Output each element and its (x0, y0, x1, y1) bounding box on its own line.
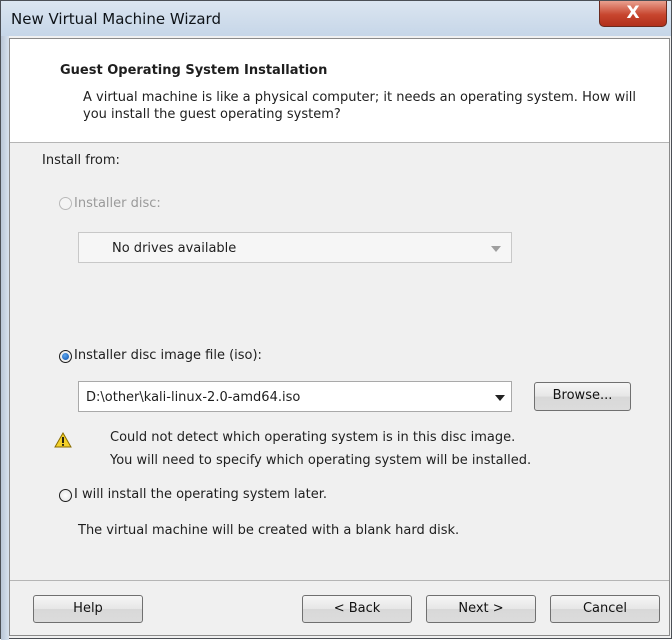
chevron-down-icon (495, 395, 505, 401)
close-icon: X (626, 3, 640, 23)
installer-disc-value: No drives available (112, 241, 237, 256)
close-button[interactable]: X (599, 1, 667, 27)
install-later-note: The virtual machine will be created with… (78, 523, 460, 538)
iso-path-combobox[interactable]: D:\other\kali-linux-2.0-amd64.iso (78, 381, 512, 412)
radio-selected-dot (62, 353, 69, 360)
warning-icon (54, 432, 72, 448)
window-left-border (1, 36, 9, 640)
cancel-button[interactable]: Cancel (550, 595, 660, 623)
wizard-body: Guest Operating System Installation A vi… (9, 38, 670, 636)
install-from-label: Install from: (42, 153, 120, 168)
wizard-window: New Virtual Machine Wizard X Guest Opera… (0, 0, 672, 640)
footer-divider (10, 580, 669, 581)
page-description: A virtual machine is like a physical com… (83, 90, 637, 122)
window-title: New Virtual Machine Wizard (11, 10, 221, 28)
install-later-label: I will install the operating system late… (74, 487, 328, 502)
wizard-header: Guest Operating System Installation A vi… (10, 39, 669, 143)
title-bar[interactable]: New Virtual Machine Wizard X (1, 1, 671, 36)
iso-file-label: Installer disc image file (iso): (74, 348, 262, 363)
installer-disc-label: Installer disc: (74, 196, 161, 211)
install-later-radio[interactable] (59, 489, 72, 502)
installer-disc-dropdown[interactable]: No drives available (78, 232, 512, 263)
warning-line-2: You will need to specify which operating… (110, 453, 532, 468)
iso-path-value: D:\other\kali-linux-2.0-amd64.iso (86, 390, 301, 405)
warning-line-1: Could not detect which operating system … (110, 430, 516, 445)
back-button[interactable]: < Back (302, 595, 412, 623)
iso-file-radio[interactable] (59, 350, 72, 363)
page-title: Guest Operating System Installation (60, 63, 328, 78)
browse-button[interactable]: Browse... (534, 382, 631, 411)
installer-disc-radio[interactable] (59, 197, 72, 210)
chevron-down-icon (491, 246, 501, 252)
next-button[interactable]: Next > (426, 595, 536, 623)
help-button[interactable]: Help (33, 595, 143, 623)
